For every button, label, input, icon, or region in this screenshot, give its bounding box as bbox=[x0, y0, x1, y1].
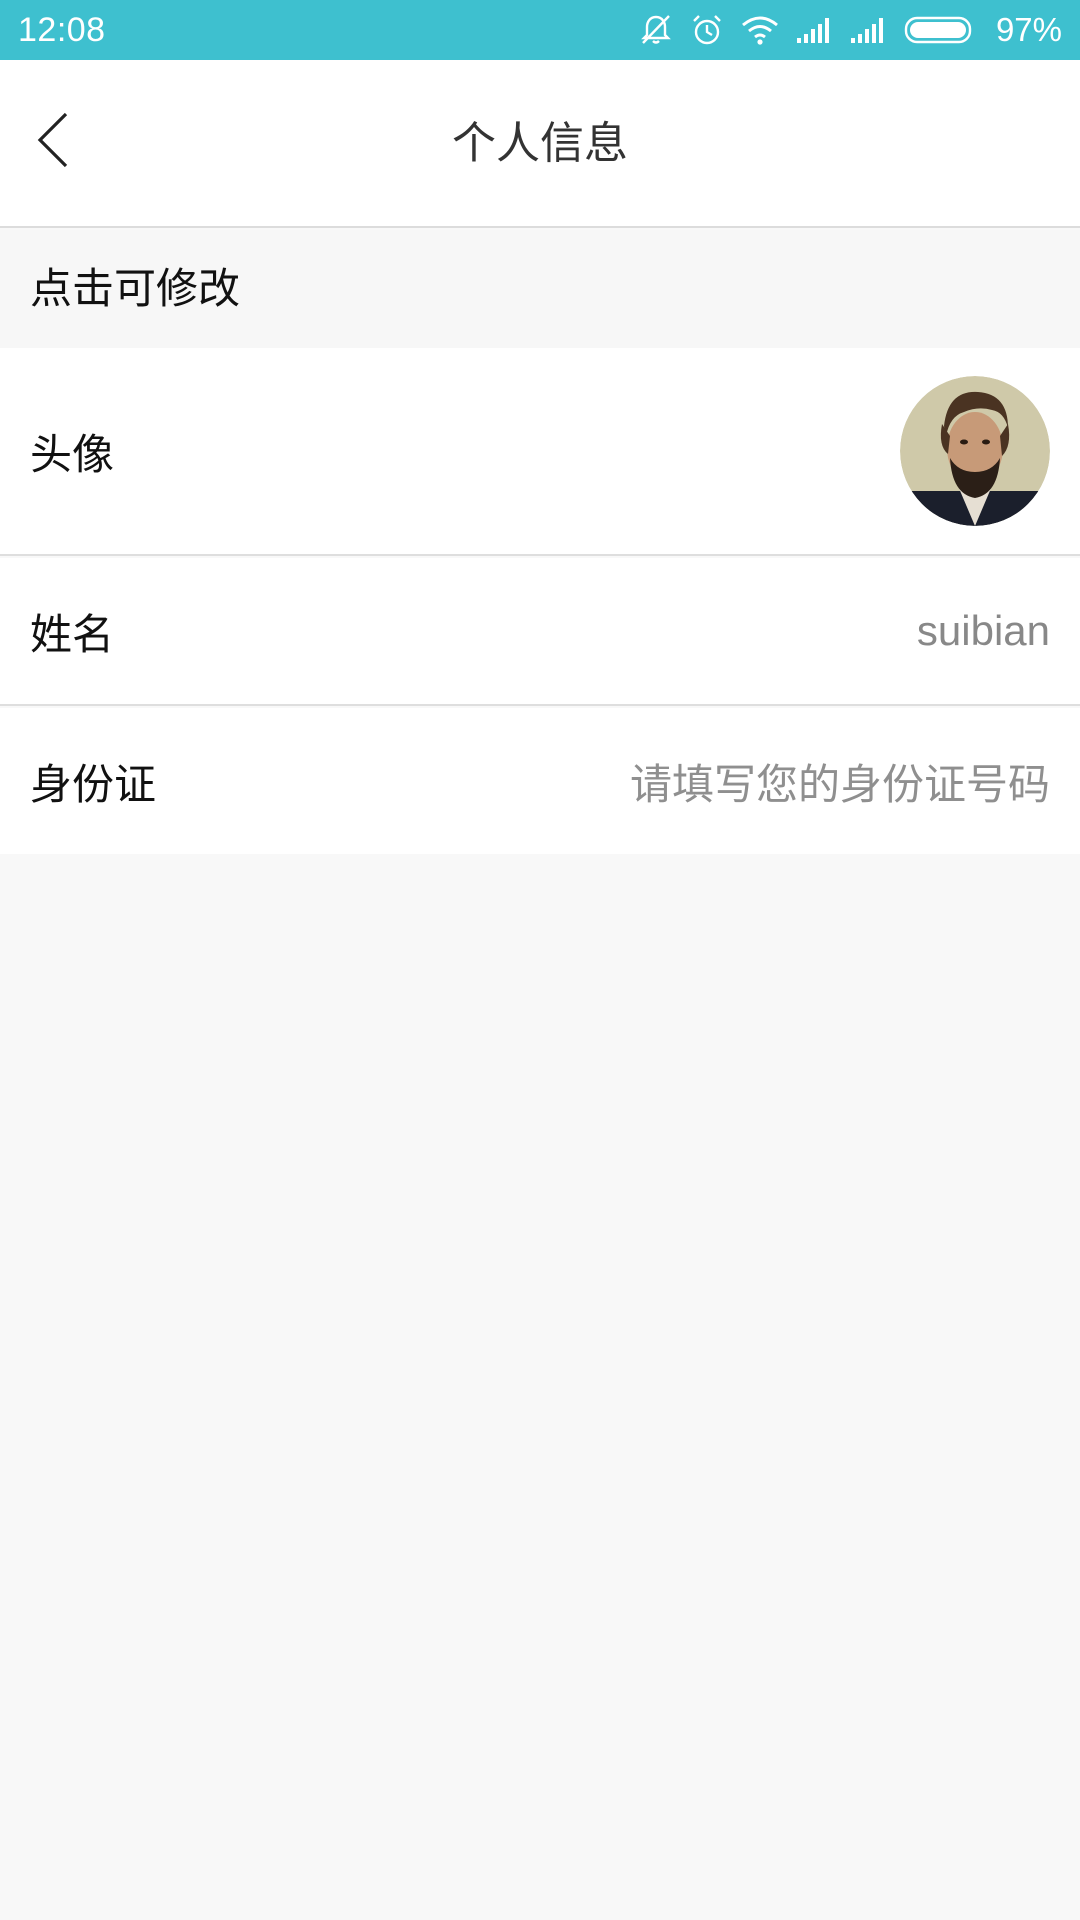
nav-bar: 个人信息 bbox=[0, 60, 1080, 228]
avatar-label: 头像 bbox=[30, 429, 115, 479]
status-time: 12:08 bbox=[18, 10, 106, 49]
avatar[interactable] bbox=[900, 376, 1050, 526]
wifi-icon bbox=[740, 14, 780, 46]
signal-icon bbox=[850, 16, 888, 44]
status-bar: 12:08 97% bbox=[0, 0, 1080, 60]
page-title: 个人信息 bbox=[452, 118, 628, 169]
signal-icon bbox=[796, 16, 834, 44]
avatar-row[interactable]: 头像 bbox=[0, 348, 1080, 556]
name-label: 姓名 bbox=[30, 609, 115, 659]
edit-hint: 点击可修改 bbox=[0, 230, 1080, 348]
id-card-row[interactable]: 身份证 请填写您的身份证号码 bbox=[0, 708, 1080, 854]
id-card-placeholder[interactable]: 请填写您的身份证号码 bbox=[630, 751, 1050, 812]
name-value: suibian bbox=[916, 607, 1050, 654]
mute-icon bbox=[638, 12, 674, 48]
id-card-label: 身份证 bbox=[30, 759, 157, 809]
battery-icon bbox=[904, 15, 976, 45]
status-icons: 97% bbox=[638, 11, 1062, 49]
name-row[interactable]: 姓名 suibian bbox=[0, 558, 1080, 706]
battery-percent: 97% bbox=[995, 11, 1062, 48]
alarm-icon bbox=[690, 13, 724, 47]
